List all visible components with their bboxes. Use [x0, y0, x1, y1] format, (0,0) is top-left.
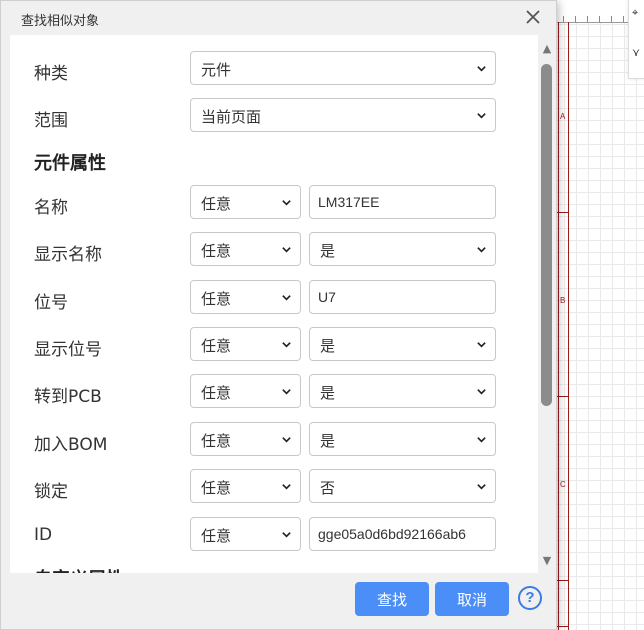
- chevron-down-icon: [282, 484, 291, 490]
- add-bom-value-select[interactable]: 是: [309, 422, 496, 456]
- show-designator-label: 显示位号: [34, 340, 102, 360]
- row-id: ID 任意 gge05a0d6bd92166ab6: [10, 517, 538, 553]
- canvas-ruler: [555, 0, 630, 23]
- lock-value-select[interactable]: 否: [309, 469, 496, 503]
- chevron-down-icon: [282, 295, 291, 301]
- chevron-down-icon: [477, 113, 486, 119]
- scroll-up-arrow[interactable]: ▲: [539, 41, 555, 57]
- row-scope: 范围 当前页面: [10, 98, 538, 134]
- find-button[interactable]: 查找: [355, 582, 429, 616]
- scroll-down-arrow[interactable]: ▼: [539, 553, 555, 569]
- type-select-value: 元件: [201, 61, 232, 79]
- show-designator-value-select[interactable]: 是: [309, 327, 496, 361]
- add-bom-match-value: 任意: [201, 432, 232, 450]
- show-name-value-select[interactable]: 是: [309, 232, 496, 266]
- row-designator: 位号 任意 U7: [10, 280, 538, 316]
- scrollbar-thumb[interactable]: [541, 64, 552, 406]
- type-label: 种类: [34, 64, 68, 84]
- chevron-down-icon: [477, 342, 486, 348]
- show-name-match-select[interactable]: 任意: [190, 232, 301, 266]
- chevron-down-icon: [477, 389, 486, 395]
- row-add-bom: 加入BOM 任意 是: [10, 422, 538, 458]
- lock-match-value: 任意: [201, 479, 232, 497]
- row-show-designator: 显示位号 任意 是: [10, 327, 538, 363]
- chevron-down-icon: [282, 532, 291, 538]
- to-pcb-match-value: 任意: [201, 384, 232, 402]
- show-designator-match-value: 任意: [201, 337, 232, 355]
- chevron-down-icon: [477, 66, 486, 72]
- side-panel[interactable]: ⌖ ⋎: [628, 0, 644, 79]
- section-custom-properties: 自定义属性: [34, 565, 124, 573]
- id-label: ID: [34, 525, 53, 545]
- scope-label: 范围: [34, 111, 68, 131]
- sheet-zone-divider-3: [557, 580, 569, 581]
- lock-label: 锁定: [34, 482, 68, 502]
- show-name-label: 显示名称: [34, 245, 102, 265]
- designator-input[interactable]: U7: [309, 280, 496, 314]
- chevron-down-icon: [477, 484, 486, 490]
- row-type: 种类 元件: [10, 51, 538, 87]
- cancel-button[interactable]: 取消: [435, 582, 509, 616]
- add-bom-label: 加入BOM: [34, 435, 108, 455]
- help-icon[interactable]: ?: [518, 586, 542, 610]
- dialog-content: 种类 元件 范围 当前页面 元件属性 名称 任意 LM317EE 显示名称 任意…: [10, 35, 538, 573]
- sheet-zone-divider-2: [557, 396, 569, 397]
- show-designator-value: 是: [320, 337, 336, 355]
- designator-label: 位号: [34, 293, 68, 313]
- sheet-zone-c: C: [560, 480, 566, 489]
- row-lock: 锁定 任意 否: [10, 469, 538, 505]
- dialog-title: 查找相似对象: [21, 13, 100, 28]
- id-match-value: 任意: [201, 527, 232, 545]
- section-component-properties: 元件属性: [34, 153, 106, 174]
- id-match-select[interactable]: 任意: [190, 517, 301, 551]
- id-input[interactable]: gge05a0d6bd92166ab6: [309, 517, 496, 551]
- name-label: 名称: [34, 198, 68, 218]
- lock-value: 否: [320, 479, 336, 497]
- chevron-down-icon: [282, 200, 291, 206]
- designator-match-select[interactable]: 任意: [190, 280, 301, 314]
- chevron-down-icon: [477, 437, 486, 443]
- to-pcb-label: 转到PCB: [34, 387, 102, 407]
- find-similar-dialog: 查找相似对象 种类 元件 范围 当前页面 元件属性 名称 任意 LM317EE …: [0, 0, 557, 630]
- row-name: 名称 任意 LM317EE: [10, 185, 538, 221]
- chevron-down-icon: [282, 389, 291, 395]
- chevron-down-icon: [282, 247, 291, 253]
- sheet-zone-divider-1: [557, 212, 569, 213]
- name-input[interactable]: LM317EE: [309, 185, 496, 219]
- show-name-match-value: 任意: [201, 242, 232, 260]
- to-pcb-match-select[interactable]: 任意: [190, 374, 301, 408]
- row-show-name: 显示名称 任意 是: [10, 232, 538, 268]
- name-match-value: 任意: [201, 195, 232, 213]
- close-icon-glyph: [526, 10, 540, 24]
- to-pcb-value-select[interactable]: 是: [309, 374, 496, 408]
- type-select[interactable]: 元件: [190, 51, 496, 85]
- chevron-down-icon: [477, 247, 486, 253]
- designator-match-value: 任意: [201, 290, 232, 308]
- close-icon[interactable]: [524, 9, 542, 27]
- row-to-pcb: 转到PCB 任意 是: [10, 374, 538, 410]
- to-pcb-value: 是: [320, 384, 336, 402]
- scope-select-value: 当前页面: [201, 108, 262, 126]
- add-bom-match-select[interactable]: 任意: [190, 422, 301, 456]
- show-name-value: 是: [320, 242, 336, 260]
- add-bom-value: 是: [320, 432, 336, 450]
- sheet-zone-a: A: [560, 112, 566, 121]
- sheet-border-inner: [568, 22, 569, 630]
- dialog-titlebar[interactable]: 查找相似对象: [1, 1, 556, 35]
- lock-match-select[interactable]: 任意: [190, 469, 301, 503]
- side-panel-icon-1[interactable]: ⌖: [632, 6, 638, 20]
- scope-select[interactable]: 当前页面: [190, 98, 496, 132]
- sheet-border-left: [558, 22, 559, 630]
- dialog-footer: 查找 取消 ?: [1, 573, 556, 629]
- chevron-down-icon: [282, 437, 291, 443]
- sheet-zone-b: B: [560, 296, 566, 305]
- side-panel-icon-2[interactable]: ⋎: [632, 46, 640, 59]
- show-designator-match-select[interactable]: 任意: [190, 327, 301, 361]
- chevron-down-icon: [282, 342, 291, 348]
- name-match-select[interactable]: 任意: [190, 185, 301, 219]
